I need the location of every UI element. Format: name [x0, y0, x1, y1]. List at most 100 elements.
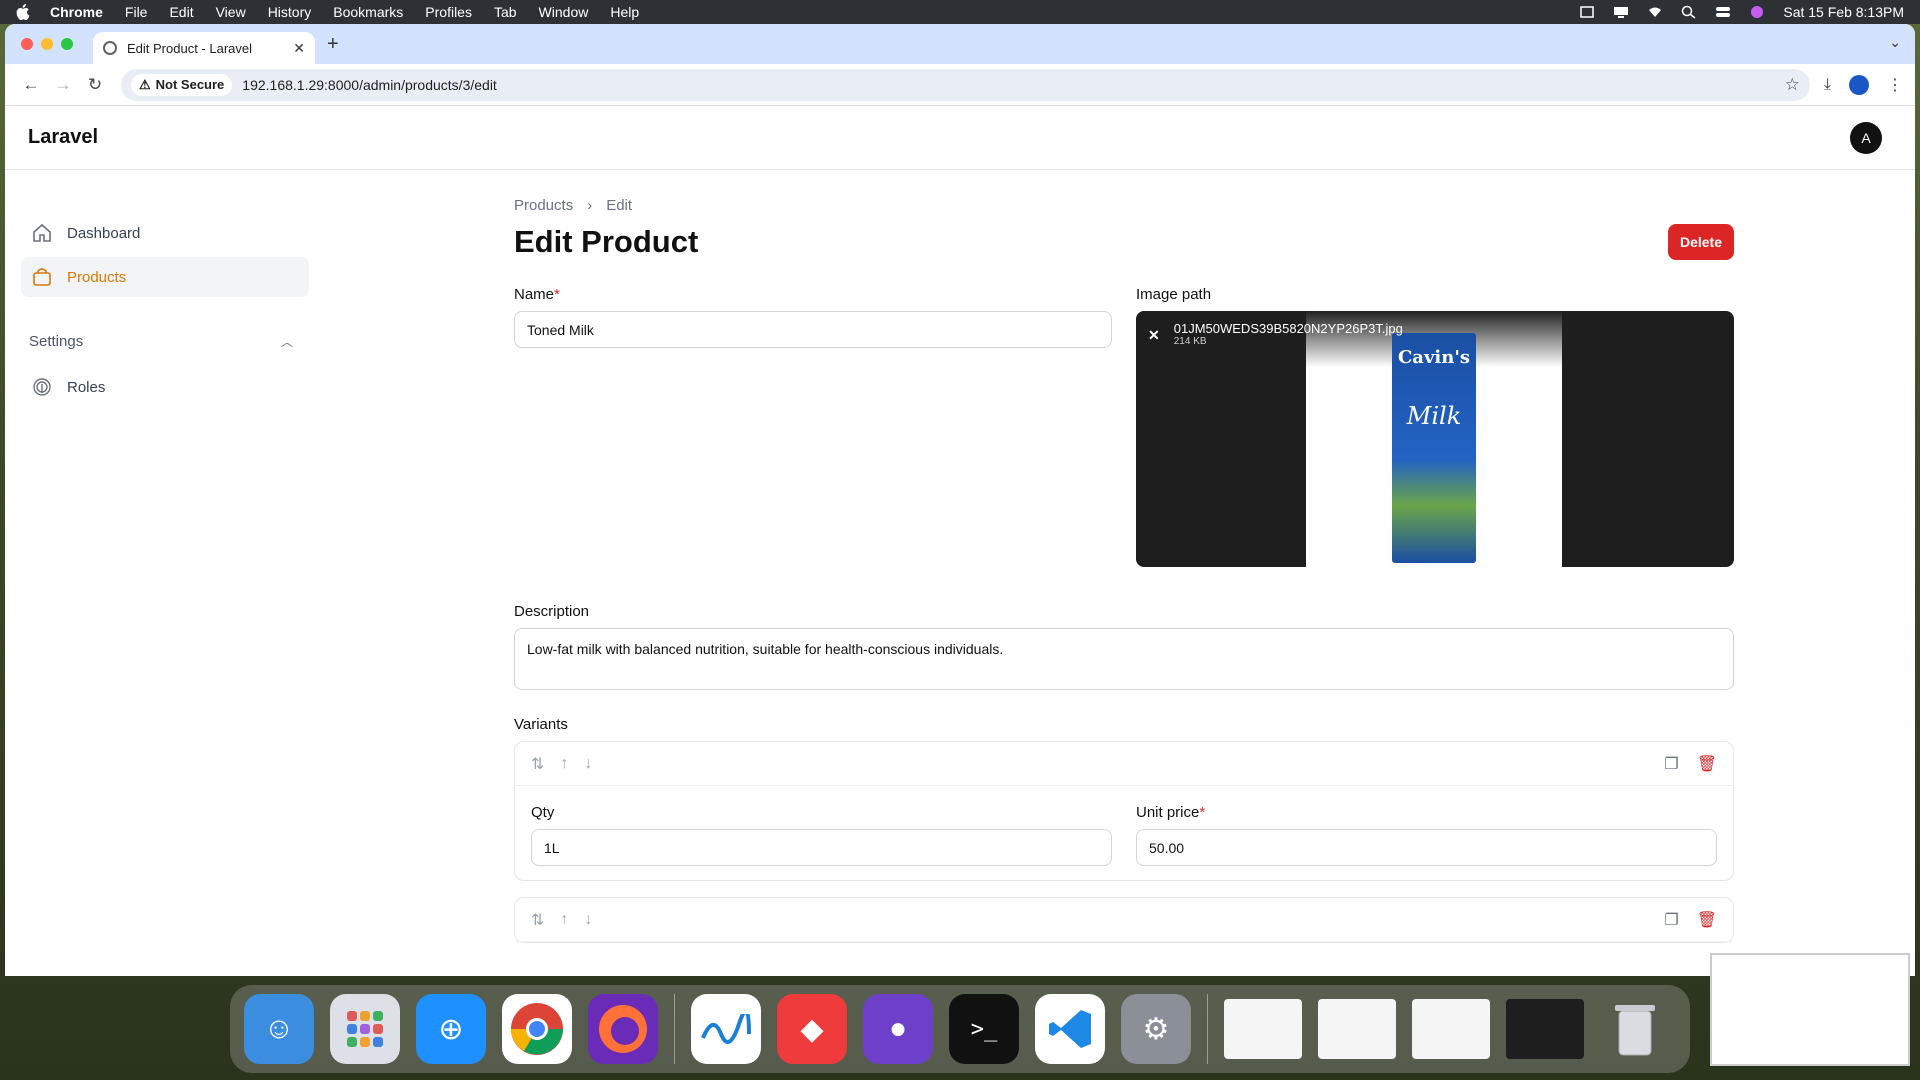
- menu-window[interactable]: Window: [539, 4, 589, 20]
- move-down-icon[interactable]: ↓: [584, 911, 592, 929]
- avatar[interactable]: A: [1850, 121, 1882, 154]
- description-textarea[interactable]: Low-fat milk with balanced nutrition, su…: [514, 628, 1734, 690]
- product-image: Cavin's Milk: [1306, 311, 1562, 567]
- maximize-window-button[interactable]: [61, 38, 73, 50]
- app-brand[interactable]: Laravel: [28, 126, 98, 149]
- image-upload-preview[interactable]: Cavin's Milk ✕ 01JM50WEDS39B5820N2YP26P3…: [1136, 311, 1734, 567]
- minimize-window-button[interactable]: [41, 38, 53, 50]
- not-secure-badge[interactable]: ⚠ Not Secure: [131, 73, 233, 96]
- back-button[interactable]: ←: [17, 75, 45, 95]
- reorder-icon[interactable]: ⇅: [531, 910, 544, 930]
- sidebar-item-products[interactable]: Products: [21, 257, 309, 297]
- menu-edit[interactable]: Edit: [169, 4, 193, 20]
- minimized-window-thumbnail[interactable]: [1412, 999, 1490, 1059]
- chrome-icon[interactable]: [502, 994, 572, 1064]
- terminal-icon[interactable]: >_: [949, 994, 1019, 1064]
- name-label: Name*: [514, 286, 560, 303]
- name-input[interactable]: Toned Milk: [514, 311, 1112, 348]
- unit-price-label: Unit price*: [1136, 804, 1206, 821]
- variant-toolbar: ⇅ ↑ ↓ ❐ 🗑: [515, 742, 1733, 786]
- system-settings-icon[interactable]: ⚙: [1121, 994, 1191, 1064]
- menu-tab[interactable]: Tab: [494, 4, 517, 20]
- variant-card: ⇅ ↑ ↓ ❐ 🗑 Qty 1L Unit price* 50.00: [514, 741, 1734, 881]
- anydesk-icon[interactable]: ◆: [777, 994, 847, 1064]
- menu-help[interactable]: Help: [610, 4, 639, 20]
- menubar-datetime[interactable]: Sat 15 Feb 8:13PM: [1783, 4, 1904, 20]
- tab-title: Edit Product - Laravel: [127, 40, 253, 56]
- firefox-icon[interactable]: [588, 994, 658, 1064]
- menu-history[interactable]: History: [268, 4, 312, 20]
- menu-bookmarks[interactable]: Bookmarks: [333, 4, 403, 20]
- safari-icon[interactable]: ⊕: [416, 994, 486, 1064]
- tab-search-chevron-icon[interactable]: ⌄: [1889, 34, 1901, 51]
- browser-toolbar: ← → ↻ ⚠ Not Secure 192.168.1.29:8000/adm…: [5, 64, 1915, 106]
- move-up-icon[interactable]: ↑: [560, 755, 568, 773]
- chevron-up-icon[interactable]: ︿: [281, 333, 293, 350]
- breadcrumb-products[interactable]: Products: [514, 197, 573, 214]
- breadcrumb-edit: Edit: [606, 197, 633, 214]
- trash-bin-icon[interactable]: [1600, 994, 1670, 1064]
- forward-button[interactable]: →: [49, 75, 77, 95]
- not-secure-label: Not Secure: [155, 77, 225, 92]
- apple-logo-icon[interactable]: [16, 4, 32, 20]
- menu-file[interactable]: File: [125, 4, 148, 20]
- github-desktop-icon[interactable]: ●: [863, 994, 933, 1064]
- clone-icon[interactable]: ❐: [1664, 754, 1678, 774]
- minimized-window-thumbnail[interactable]: [1224, 999, 1302, 1059]
- move-up-icon[interactable]: ↑: [560, 911, 568, 929]
- url-text[interactable]: 192.168.1.29:8000/admin/products/3/edit: [242, 77, 1784, 93]
- download-icon[interactable]: ⤓: [1824, 76, 1831, 94]
- minimized-window-thumbnail[interactable]: [1506, 999, 1584, 1059]
- qty-input[interactable]: 1L: [531, 829, 1112, 866]
- sidebar-group-settings[interactable]: Settings ︿: [21, 323, 309, 359]
- image-path-label: Image path: [1136, 286, 1212, 303]
- screenshot-thumbnail-preview[interactable]: [1710, 953, 1910, 1066]
- box-icon[interactable]: [1579, 5, 1595, 19]
- tab-strip: Edit Product - Laravel ✕ + ⌄: [5, 24, 1915, 64]
- sidebar-item-roles[interactable]: Roles: [21, 367, 309, 407]
- control-center-icon[interactable]: [1715, 5, 1731, 19]
- siri-icon[interactable]: [1749, 5, 1765, 19]
- launchpad-icon[interactable]: [330, 994, 400, 1064]
- search-icon[interactable]: [1681, 5, 1697, 19]
- wifi-icon[interactable]: [1647, 5, 1663, 19]
- app-header: Laravel A: [5, 106, 1915, 170]
- reorder-icon[interactable]: ⇅: [531, 754, 544, 774]
- unit-price-input[interactable]: 50.00: [1136, 829, 1717, 866]
- variant-card: ⇅ ↑ ↓ ❐ 🗑: [514, 897, 1734, 943]
- breadcrumb: Products › Edit: [514, 197, 1734, 214]
- home-icon: [31, 222, 53, 244]
- vscode-icon[interactable]: [1035, 994, 1105, 1064]
- warning-icon: ⚠: [139, 76, 151, 92]
- close-window-button[interactable]: [21, 38, 33, 50]
- macos-dock: ☺ ⊕ ◆ ● >_ ⚙: [230, 985, 1690, 1073]
- unit-price-field-group: Unit price* 50.00: [1136, 804, 1717, 866]
- trash-icon[interactable]: 🗑: [1697, 754, 1717, 774]
- bookmark-star-icon[interactable]: ☆: [1785, 75, 1800, 95]
- menu-profiles[interactable]: Profiles: [425, 4, 472, 20]
- milk-carton-image: Cavin's Milk: [1392, 333, 1476, 563]
- sidebar-item-dashboard[interactable]: Dashboard: [21, 213, 309, 253]
- window-controls: [21, 38, 73, 50]
- address-bar[interactable]: ⚠ Not Secure 192.168.1.29:8000/admin/pro…: [121, 68, 1810, 101]
- menu-app-name[interactable]: Chrome: [50, 4, 103, 20]
- close-tab-icon[interactable]: ✕: [293, 40, 305, 57]
- reload-button[interactable]: ↻: [81, 75, 109, 95]
- move-down-icon[interactable]: ↓: [584, 755, 592, 773]
- page-header: Edit Product Delete: [514, 224, 1734, 260]
- profile-icon[interactable]: [1849, 74, 1869, 95]
- image-field-group: Image path Cavin's Milk ✕ 01JM50WEDS39B5…: [1136, 286, 1734, 567]
- more-menu-icon[interactable]: ⋮: [1887, 75, 1903, 95]
- menu-view[interactable]: View: [216, 4, 246, 20]
- finder-icon[interactable]: ☺: [244, 994, 314, 1064]
- new-tab-button[interactable]: +: [327, 33, 339, 56]
- freeform-icon[interactable]: [691, 994, 761, 1064]
- minimized-window-thumbnail[interactable]: [1318, 999, 1396, 1059]
- display-icon[interactable]: [1613, 5, 1629, 19]
- remove-file-icon[interactable]: ✕: [1148, 327, 1160, 347]
- chevron-right-icon: ›: [587, 197, 593, 214]
- delete-button[interactable]: Delete: [1667, 224, 1734, 260]
- trash-icon[interactable]: 🗑: [1697, 910, 1717, 930]
- clone-icon[interactable]: ❐: [1664, 910, 1678, 930]
- tab-edit-product[interactable]: Edit Product - Laravel ✕: [93, 32, 315, 64]
